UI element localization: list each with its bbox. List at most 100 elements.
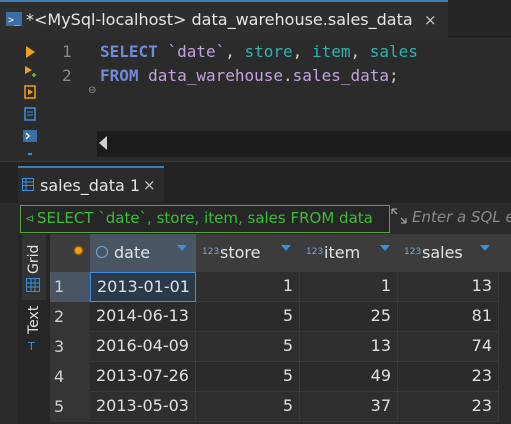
table-cell-item[interactable]: 25 [300,302,398,332]
expand-filter-icon[interactable] [390,207,408,225]
table-cell-item[interactable]: 1 [300,272,398,302]
row-number[interactable]: 4 [50,362,90,393]
code-token: SELECT [100,42,168,61]
select-all-icon [75,247,82,254]
execute-script-icon[interactable] [23,85,37,99]
filter-bar: ⊲ SELECT `date`, store, item, sales FROM… [18,203,511,233]
sort-icon[interactable] [177,245,187,251]
table-cell-item[interactable]: 49 [300,362,398,392]
column-header-sales[interactable]: 123 sales [398,234,500,272]
cell-value: 74 [471,336,492,355]
code-token: ; [389,66,399,85]
column-header-store[interactable]: 123 store [196,234,301,272]
code-line[interactable]: SELECT `date`, store, item, sales [100,42,418,61]
table-cell-store[interactable]: 5 [196,302,300,332]
view-side-tabs: Grid Text T [18,234,50,424]
table-cell-sales[interactable]: 81 [398,302,499,332]
code-token: sales_data [292,66,389,85]
code-token: , [350,42,370,61]
code-token: `date` [167,42,226,61]
code-token: , [292,42,312,61]
code-token: store [244,42,293,61]
sort-icon[interactable] [480,245,490,251]
tab-text[interactable]: Text T [22,304,46,364]
table-cell-date[interactable]: 2013-07-26 [90,362,196,392]
more-icon[interactable] [23,151,37,157]
table-cell-item[interactable]: 13 [300,332,398,362]
row-number-label: 5 [54,397,65,416]
cell-value: 1 [380,276,391,295]
calendar-icon [96,246,108,258]
cell-value: 13 [370,336,391,355]
editor-tab[interactable]: >_ *<MySql-localhost> data_warehouse.sal… [0,0,448,37]
table-cell-date[interactable]: 2013-01-01 [90,272,196,302]
code-line[interactable]: FROM data_warehouse.sales_data; [100,66,399,85]
cell-value: 49 [370,366,391,385]
tab-grid[interactable]: Grid [22,234,46,300]
cell-value: 81 [471,306,492,325]
tab-text-label: Text [26,305,42,334]
scroll-left-icon[interactable] [99,136,107,150]
row-number[interactable]: 3 [50,332,90,363]
results-tab-title: sales_data 1 [40,176,141,195]
numeric-type-icon: 123 [202,247,220,257]
console-icon[interactable] [23,129,37,143]
cell-value: 1 [282,276,293,295]
column-header-date[interactable]: date [90,234,197,272]
filter-text: SELECT `date`, store, item, sales FROM d… [37,209,373,227]
table-cell-store[interactable]: 5 [196,362,300,392]
cell-value: 2014-06-13 [96,306,189,325]
fold-marker-icon[interactable]: ⊖ [88,85,96,96]
table-cell-date[interactable]: 2013-05-03 [90,392,196,422]
sort-icon[interactable] [380,245,390,251]
table-cell-store[interactable]: 5 [196,392,300,422]
code-token: FROM [100,66,149,85]
table-cell-store[interactable]: 5 [196,332,300,362]
table-cell-date[interactable]: 2014-06-13 [90,302,196,332]
execute-new-tab-icon[interactable] [23,65,37,79]
explain-plan-icon[interactable] [23,107,37,121]
numeric-type-icon: 123 [306,247,324,257]
column-name: store [220,243,261,262]
results-tab[interactable]: sales_data 1 × [18,166,164,202]
row-number[interactable]: 1 [50,272,90,303]
text-icon: T [28,340,35,353]
cell-value: 2013-05-03 [96,396,189,415]
execute-icon[interactable] [23,45,37,59]
filter-input[interactable]: ⊲ SELECT `date`, store, item, sales FROM… [20,205,390,233]
sql-expression-placeholder[interactable]: Enter a SQL e [412,208,511,226]
code-token: item [311,42,351,61]
cell-value: 37 [370,396,391,415]
code-token: sales [369,42,418,61]
row-number-label: 3 [54,337,65,356]
table-cell-sales[interactable]: 13 [398,272,499,302]
column-name: date [114,243,151,262]
editor-tab-title: *<MySql-localhost> data_warehouse.sales_… [26,10,413,29]
table-cell-date[interactable]: 2016-04-09 [90,332,196,362]
table-cell-store[interactable]: 1 [196,272,300,302]
table-cell-sales[interactable]: 23 [398,392,499,422]
code-token: . [283,66,293,85]
row-number[interactable]: 2 [50,302,90,333]
cell-value: 5 [282,396,293,415]
close-icon[interactable]: × [143,176,156,194]
cell-value: 5 [282,366,293,385]
row-number-label: 4 [54,367,65,386]
editor-horizontal-scrollbar[interactable] [97,131,511,157]
cell-value: 2016-04-09 [96,336,189,355]
close-icon[interactable]: × [424,11,437,29]
sort-icon[interactable] [281,245,291,251]
row-number[interactable]: 5 [50,392,90,423]
table-cell-sales[interactable]: 74 [398,332,499,362]
row-number-label: 2 [54,307,65,326]
grid-corner[interactable] [50,234,91,272]
table-cell-sales[interactable]: 23 [398,362,499,392]
table-cell-item[interactable]: 37 [300,392,398,422]
cell-value: 2013-01-01 [97,277,190,296]
cell-value: 25 [370,306,391,325]
cell-value: 13 [471,276,492,295]
code-token: data_warehouse [148,66,284,85]
cell-value: 5 [282,306,293,325]
column-header-item[interactable]: 123 item [300,234,399,272]
editor-toolbar [0,37,44,161]
